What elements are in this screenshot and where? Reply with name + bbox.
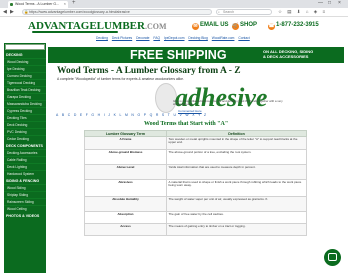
sidebar-item[interactable]: Brazilian Teak Decking	[4, 86, 46, 93]
sidebar-nav: Decking Wood Decking Ipe Decking Cumaru …	[4, 43, 46, 273]
sidebar-heading: Siding & Fencing	[6, 179, 40, 183]
glossary-term: Absorption	[84, 211, 167, 224]
live-chat-button[interactable]	[324, 249, 341, 266]
sidebar-item[interactable]: Wood Decking	[4, 58, 46, 65]
sidebar-item[interactable]: Cumaru Decking	[4, 72, 46, 79]
subnav-link[interactable]: WoodRate.com	[212, 36, 235, 40]
forward-arrow-icon[interactable]: ▶	[10, 9, 14, 15]
glossary-definition: The gain of free water by the cell cavit…	[166, 211, 307, 224]
subnav-link[interactable]: FAQ	[153, 36, 160, 40]
glossary-definition: The weight of water vapor per unit of ai…	[166, 196, 307, 212]
sidebar-search-input[interactable]	[5, 44, 45, 50]
site-header: ADVANTAGELUMBER.COM ✉ EMAIL US 🛒SHOP ☎1-8…	[0, 17, 348, 43]
sidebar-item[interactable]: Hardwood System	[4, 170, 46, 177]
glossary-term: Abrasives	[84, 179, 167, 197]
sidebar-item[interactable]: Shiplap Siding	[4, 191, 46, 198]
sidebar-item[interactable]: Wood Ceiling	[4, 205, 46, 212]
table-row: Absorption The gain of free water by the…	[84, 211, 307, 224]
table-row: Absolute Humidity The weight of water va…	[84, 196, 307, 212]
sidebar-item[interactable]: Tigerwood Decking	[4, 79, 46, 86]
glossary-term: A Frame	[84, 136, 167, 150]
glossary-definition: A material that is used to shape or fini…	[166, 179, 307, 197]
page-title: Wood Terms - A Lumber Glossary from A - …	[57, 66, 241, 76]
glossary-term: Above Level	[84, 164, 167, 180]
email-icon: ✉	[192, 23, 199, 30]
subnav-link[interactable]: IpeDepot.com	[164, 36, 185, 40]
glossary-definition: The above-ground portion of a tree, excl…	[166, 149, 307, 165]
tab-title: Wood Terms - A Lumber G...	[15, 2, 60, 6]
close-tab-icon[interactable]: ×	[64, 1, 66, 6]
phone-link[interactable]: ☎1-877-232-3915	[268, 22, 319, 30]
maximize-button[interactable]: □	[328, 0, 331, 6]
sidebar-heading: Decking	[6, 53, 23, 57]
glossary-definition: The means of gaining entry to timber on …	[166, 223, 307, 236]
glossary-term: Access	[84, 223, 167, 236]
close-window-button[interactable]: ×	[338, 0, 341, 6]
banner-headline: FREE SHIPPING	[130, 48, 227, 62]
glossary-term: Absolute Humidity	[84, 196, 167, 212]
chat-icon	[328, 253, 337, 261]
sidebar-item[interactable]: Massaranduba Decking	[4, 100, 46, 107]
back-arrow-icon[interactable]: ◀	[3, 9, 7, 15]
sidebar-item[interactable]: Ipe Decking	[4, 65, 46, 72]
table-title: Wood Terms that Start with "A"	[144, 121, 229, 127]
subnav-link[interactable]: Deck Pictures	[112, 36, 132, 40]
sidebar-item[interactable]: Deck Decking	[4, 121, 46, 128]
browser-tab[interactable]: Wood Terms - A Lumber G... ×	[8, 1, 68, 8]
subnav-link[interactable]: Decorate	[136, 36, 149, 40]
glossary-table: Lumber Glossary Term Definition A Frame …	[84, 130, 307, 236]
glossary-term: Above-ground Biomass	[84, 149, 167, 165]
sidebar-item[interactable]: Cedar Decking	[4, 135, 46, 142]
glue-bottle-illustration	[155, 83, 177, 113]
glossary-definition: Two wooden or metal uprights mounted in …	[166, 136, 307, 150]
address-bar[interactable]: 🔒 https://www.advantagelumber.com/woodgl…	[22, 9, 212, 15]
sidebar-item[interactable]: Wood Siding	[4, 184, 46, 191]
featured-term-caption: Glue is a liquid-like substance... but w…	[173, 99, 283, 107]
banner-subtext: ON ALL DECKING, SIDING & DECK ACCESSORIE…	[263, 49, 314, 59]
sidebar-item[interactable]: Rainscreen Siding	[4, 198, 46, 205]
free-shipping-banner[interactable]: FREE SHIPPING ON ALL DECKING, SIDING & D…	[48, 47, 344, 63]
phone-icon: ☎	[268, 23, 275, 30]
glossary-definition: Yards total information that are used to…	[166, 164, 307, 180]
new-tab-button[interactable]: +	[72, 0, 76, 6]
minimize-button[interactable]: —	[318, 0, 323, 6]
subnav-link[interactable]: Contact	[238, 36, 249, 40]
email-us-link[interactable]: ✉ EMAIL US	[192, 22, 229, 30]
sidebar-heading: Deck Components	[6, 144, 43, 148]
search-placeholder: Search	[223, 10, 235, 14]
table-row: Abrasives A material that is used to sha…	[84, 179, 307, 197]
alphabet-link[interactable]: Z	[204, 113, 210, 117]
alphabet-nav: ABCDEFGHIJKLMNOPQRSTUVWXYZ	[56, 113, 342, 117]
table-row: A Frame Two wooden or metal uprights mou…	[84, 136, 307, 150]
favicon-icon	[10, 3, 13, 6]
browser-tab-bar: Wood Terms - A Lumber G... × + — □ ×	[0, 0, 348, 8]
sidebar-heading: Photos & Videos	[6, 214, 40, 218]
sidebar-item[interactable]: Deck Lighting	[4, 163, 46, 170]
search-icon: ⌕	[218, 10, 220, 14]
sidebar-item[interactable]: Cable Railing	[4, 156, 46, 163]
sidebar-item[interactable]: Decking Tiles	[4, 114, 46, 121]
table-row: Access The means of gaining entry to tim…	[84, 223, 307, 236]
subnav-link[interactable]: Decking Blog	[188, 36, 207, 40]
subnav-link[interactable]: Decking	[96, 36, 108, 40]
toolbar-icons[interactable]: ☆ ▤ ⬇ ⌂ ◈ ≡	[278, 9, 327, 15]
sidebar-item[interactable]: PVC Decking	[4, 128, 46, 135]
top-subnav: Decking Deck Pictures Decorate FAQ IpeDe…	[96, 36, 253, 40]
browser-toolbar: ◀ ▶ 🔒 https://www.advantagelumber.com/wo…	[0, 8, 348, 17]
table-row: Above Level Yards total information that…	[84, 164, 307, 180]
logo-swoosh	[32, 31, 118, 33]
main-content: FREE SHIPPING ON ALL DECKING, SIDING & D…	[48, 43, 344, 273]
shop-link[interactable]: 🛒SHOP	[232, 22, 257, 30]
url-text: https://www.advantagelumber.com/woodglos…	[29, 10, 130, 14]
sidebar-item[interactable]: Cypress Decking	[4, 107, 46, 114]
sidebar-item[interactable]: Decking Accessories	[4, 149, 46, 156]
table-row: Above-ground Biomass The above-ground po…	[84, 149, 307, 165]
lock-icon: 🔒	[24, 10, 29, 14]
search-box[interactable]: ⌕ Search	[216, 9, 272, 15]
cart-icon: 🛒	[232, 23, 239, 30]
sidebar-item[interactable]: Garapa Decking	[4, 93, 46, 100]
